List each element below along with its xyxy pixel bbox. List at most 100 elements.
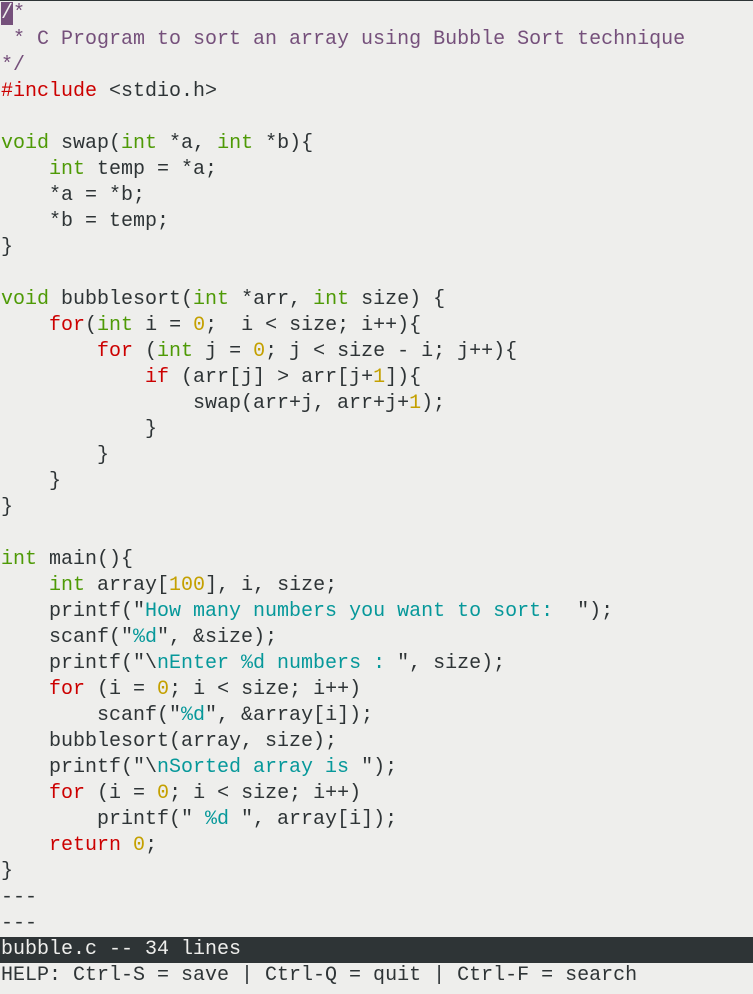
code-line[interactable]: } <box>0 417 753 443</box>
token-string: %d <box>193 808 242 831</box>
token-keyword: for <box>49 314 86 337</box>
token-type: int <box>217 132 254 155</box>
code-line[interactable]: for (i = 0; i < size; i++) <box>0 677 753 703</box>
code-line[interactable]: int temp = *a; <box>0 157 753 183</box>
token-number: 0 <box>133 834 146 857</box>
token-plain: } <box>1 236 14 259</box>
code-line[interactable]: } <box>0 443 753 469</box>
code-line[interactable] <box>0 521 753 547</box>
help-line: HELP: Ctrl-S = save | Ctrl-Q = quit | Ct… <box>1 964 638 987</box>
code-line[interactable]: */ <box>0 53 753 79</box>
code-line[interactable]: } <box>0 495 753 521</box>
code-line[interactable]: } <box>0 235 753 261</box>
token-tilde: --- <box>1 886 38 909</box>
code-line[interactable]: scanf("%d", &size); <box>0 625 753 651</box>
token-plain: *a, <box>157 132 218 155</box>
token-plain: bubblesort(array, size); <box>1 730 338 753</box>
token-plain: swap( <box>49 132 122 155</box>
code-line[interactable] <box>0 261 753 287</box>
code-line[interactable]: * C Program to sort an array using Bubbl… <box>0 27 753 53</box>
code-line[interactable]: printf("\nSorted array is "); <box>0 755 753 781</box>
status-bar: bubble.c -- 34 lines <box>0 937 753 963</box>
token-plain: i = <box>133 314 194 337</box>
token-type: int <box>193 288 230 311</box>
token-plain: } <box>1 470 62 493</box>
token-keyword: for <box>49 678 86 701</box>
token-plain: } <box>1 444 110 467</box>
token-plain: ], i, size; <box>205 574 338 597</box>
token-type: int <box>1 548 38 571</box>
code-line[interactable]: swap(arr+j, arr+j+1); <box>0 391 753 417</box>
token-string: %d <box>133 626 158 649</box>
token-type: int <box>121 132 158 155</box>
code-line[interactable]: *b = temp; <box>0 209 753 235</box>
token-plain: <stdio.h> <box>97 80 218 103</box>
token-keyword: for <box>97 340 134 363</box>
token-plain: printf("\ <box>1 652 158 675</box>
token-plain: ", size); <box>397 652 506 675</box>
code-line[interactable]: for (i = 0; i < size; i++) <box>0 781 753 807</box>
token-plain: "); <box>577 600 614 623</box>
code-line[interactable]: void bubblesort(int *arr, int size) { <box>0 287 753 313</box>
code-line[interactable]: printf(" %d ", array[i]); <box>0 807 753 833</box>
token-keyword: if <box>145 366 170 389</box>
code-line[interactable]: /* <box>0 1 753 27</box>
token-plain: ; i < size; i++) <box>169 678 362 701</box>
text-editor-area[interactable]: /* * C Program to sort an array using Bu… <box>0 1 753 937</box>
token-keyword: for <box>49 782 86 805</box>
code-line[interactable]: return 0; <box>0 833 753 859</box>
empty-line-marker[interactable]: --- <box>0 911 753 937</box>
token-type: void <box>1 132 50 155</box>
token-plain: ; i < size; i++){ <box>205 314 422 337</box>
token-comment: * <box>13 2 26 25</box>
token-plain: printf(" <box>1 808 194 831</box>
token-plain: ]){ <box>385 366 422 389</box>
token-plain: *b = temp; <box>1 210 170 233</box>
token-plain: ; j < size - i; j++){ <box>265 340 518 363</box>
code-line[interactable]: } <box>0 859 753 885</box>
token-plain: temp = *a; <box>85 158 218 181</box>
token-string: nEnter %d numbers : <box>157 652 398 675</box>
token-plain: ( <box>85 314 98 337</box>
token-comment: */ <box>1 54 26 77</box>
code-line[interactable]: void swap(int *a, int *b){ <box>0 131 753 157</box>
token-plain: main(){ <box>37 548 134 571</box>
token-tilde: --- <box>1 912 38 935</box>
token-plain: "); <box>361 756 398 779</box>
token-type: int <box>313 288 350 311</box>
token-plain: (i = <box>85 678 158 701</box>
code-line[interactable]: scanf("%d", &array[i]); <box>0 703 753 729</box>
token-string: nSorted array is <box>157 756 362 779</box>
token-plain: (i = <box>85 782 158 805</box>
token-number: 0 <box>253 340 266 363</box>
token-plain: *arr, <box>229 288 314 311</box>
token-string: How many numbers you want to sort: <box>145 600 578 623</box>
code-line[interactable] <box>0 105 753 131</box>
code-line[interactable]: if (arr[j] > arr[j+1]){ <box>0 365 753 391</box>
empty-line-marker[interactable]: --- <box>0 885 753 911</box>
code-line[interactable]: printf("How many numbers you want to sor… <box>0 599 753 625</box>
code-line[interactable]: for(int i = 0; i < size; i++){ <box>0 313 753 339</box>
text-cursor: / <box>1 2 14 25</box>
token-plain: j = <box>193 340 254 363</box>
code-line[interactable]: int array[100], i, size; <box>0 573 753 599</box>
code-line[interactable]: } <box>0 469 753 495</box>
code-line[interactable]: printf("\nEnter %d numbers : ", size); <box>0 651 753 677</box>
code-line[interactable]: int main(){ <box>0 547 753 573</box>
code-line[interactable]: bubblesort(array, size); <box>0 729 753 755</box>
token-plain: *a = *b; <box>1 184 146 207</box>
token-plain: } <box>1 860 14 883</box>
code-line[interactable]: #include <stdio.h> <box>0 79 753 105</box>
code-line[interactable]: for (int j = 0; j < size - i; j++){ <box>0 339 753 365</box>
token-preproc: #include <box>1 80 98 103</box>
token-plain: ", array[i]); <box>241 808 398 831</box>
code-line[interactable]: *a = *b; <box>0 183 753 209</box>
